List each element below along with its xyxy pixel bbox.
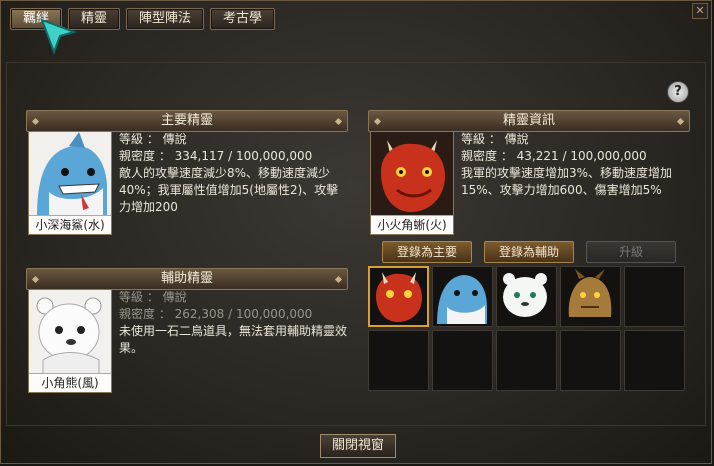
grid-slot-empty[interactable] — [432, 330, 493, 391]
intimacy-label: 親密度 — [119, 307, 156, 321]
level-value: 傳說 — [504, 132, 529, 146]
main-spirit-effect: 敵人的攻擊速度減少8%、移動速度減少40%；我軍屬性值增加5(地屬性2)、攻擊力… — [119, 166, 339, 214]
register-sub-button[interactable]: 登錄為輔助 — [484, 241, 574, 263]
main-spirit-header: 主要精靈 — [26, 110, 348, 132]
grid-slot-empty[interactable] — [368, 330, 429, 391]
grid-slot-empty[interactable] — [560, 330, 621, 391]
intimacy-value: 43,221 / 100,000,000 — [516, 149, 647, 163]
info-spirit-name: 小火角蜥(火) — [371, 215, 453, 234]
intimacy-label: 親密度 — [461, 149, 498, 163]
fire-lizard-icon — [371, 132, 453, 216]
level-label: 等級 — [119, 132, 144, 146]
grid-slot-empty[interactable] — [496, 330, 557, 391]
info-spirit-effect: 我軍的攻擊速度增加3%、移動速度增加15%、攻擊力增加600、傷害增加5% — [461, 166, 673, 197]
tab-archaeology[interactable]: 考古學 — [210, 8, 276, 30]
intimacy-value: 334,117 / 100,000,000 — [174, 149, 313, 163]
sub-spirit-effect: 未使用一石二鳥道具，無法套用輔助精靈效果。 — [119, 324, 348, 355]
shark-icon — [437, 275, 487, 324]
close-icon[interactable]: ✕ — [692, 3, 708, 19]
close-window-button[interactable]: 關閉視窗 — [320, 434, 396, 458]
shark-icon — [29, 132, 111, 216]
register-main-button[interactable]: 登錄為主要 — [382, 241, 472, 263]
grid-slot-shark[interactable] — [432, 266, 493, 327]
info-spirit-info: 等級 ： 傳說 親密度 ： 43,221 / 100,000,000 我軍的攻擊… — [461, 131, 689, 199]
sub-spirit-header: 輔助精靈 — [26, 268, 348, 290]
level-value: 傳說 — [162, 290, 187, 304]
help-icon[interactable]: ? — [667, 81, 689, 103]
level-value: 傳說 — [162, 132, 187, 146]
earth-dragon-icon — [568, 269, 612, 317]
info-spirit-portrait[interactable]: 小火角蜥(火) — [370, 131, 454, 235]
main-spirit-info: 等級 ： 傳說 親密度 ： 334,117 / 100,000,000 敵人的攻… — [119, 131, 347, 216]
sub-spirit-info: 等級 ： 傳說 親密度 ： 262,308 / 100,000,000 未使用一… — [119, 290, 348, 355]
fire-lizard-icon — [376, 272, 422, 322]
main-spirit-portrait[interactable]: 小深海鯊(水) — [28, 131, 112, 235]
spirit-grid — [368, 266, 688, 396]
grid-slot-fire-lizard[interactable] — [368, 266, 429, 327]
sub-spirit-portrait[interactable]: 小角熊(風) — [28, 289, 112, 393]
level-label: 等級 — [119, 290, 144, 304]
main-spirit-name: 小深海鯊(水) — [29, 215, 111, 234]
horned-bear-icon — [503, 273, 547, 317]
grid-slot-horned-bear[interactable] — [496, 266, 557, 327]
tab-formation[interactable]: 陣型陣法 — [126, 8, 205, 30]
grid-slot-earth-dragon[interactable] — [560, 266, 621, 327]
intimacy-label: 親密度 — [119, 149, 156, 163]
mouse-cursor-icon — [40, 18, 78, 55]
grid-slot-empty[interactable] — [624, 266, 685, 327]
bear-icon — [29, 290, 111, 374]
level-label: 等級 — [461, 132, 486, 146]
upgrade-button[interactable]: 升級 — [586, 241, 676, 263]
grid-slot-empty[interactable] — [624, 330, 685, 391]
sub-spirit-name: 小角熊(風) — [29, 373, 111, 392]
spirit-info-header: 精靈資訊 — [368, 110, 690, 132]
intimacy-value: 262,308 / 100,000,000 — [174, 307, 313, 321]
